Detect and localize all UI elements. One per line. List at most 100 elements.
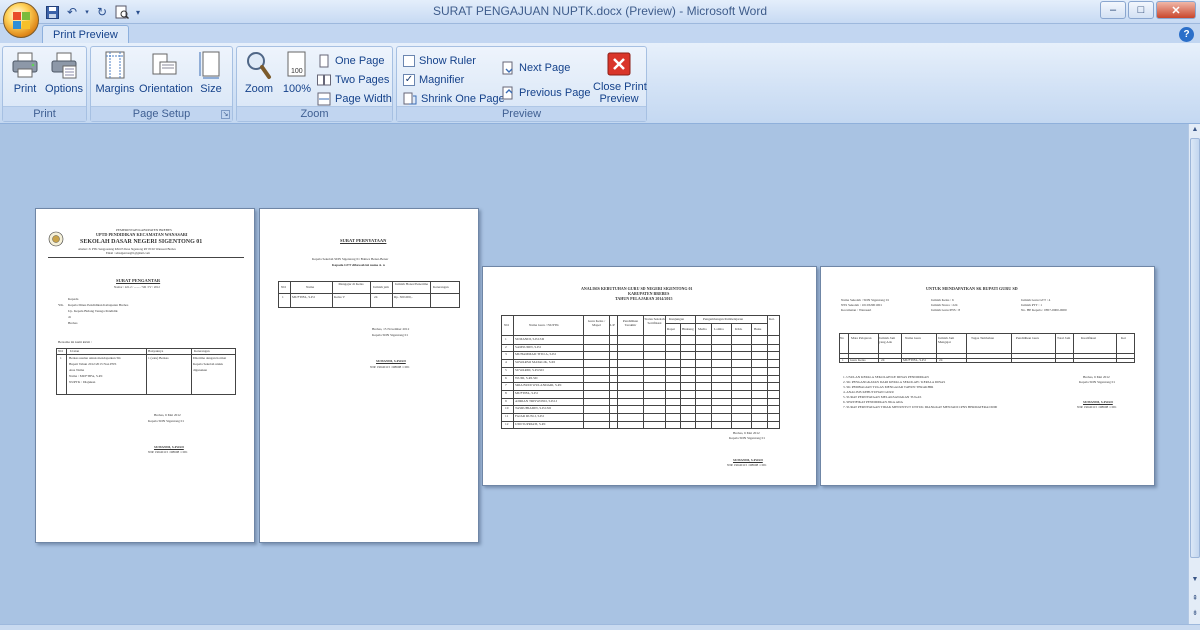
signature-nip: NIP. 19640115 198608 1 001 <box>370 365 410 369</box>
table-header: Total Jam <box>1057 336 1071 340</box>
table-header: L/P <box>610 323 615 327</box>
table-cell: MUFTIFA, S.Pd <box>292 295 315 299</box>
preview-page-4[interactable]: UNTUK MENDAPATKAN SK BUPATI GURU SD Nama… <box>820 266 1155 486</box>
svg-text:100: 100 <box>291 68 303 75</box>
table-header: Keterangan <box>433 285 449 289</box>
next-page-button[interactable]: Next Page <box>501 59 570 77</box>
requirement-item: 2. SK PENGANGKATAN DARI KEPALA SEKOLAH /… <box>843 380 946 384</box>
margins-button[interactable]: Margins <box>95 50 135 102</box>
print-button[interactable]: Print <box>5 50 45 102</box>
table-cell: 1 (satu) Berkas <box>148 356 169 360</box>
page-setup-launcher-icon[interactable]: ↘ <box>221 110 230 119</box>
table-header: NO <box>281 285 286 289</box>
signature-place: Brebes, 6 Mei 2012 <box>1083 375 1110 379</box>
two-pages-button[interactable]: Two Pages <box>317 71 389 89</box>
ribbon-tab-row: Print Preview ? <box>0 24 1200 45</box>
shrink-page-icon <box>403 92 417 106</box>
table-header: Jumlah Jam Mengajar <box>938 336 955 345</box>
requirement-item: 6. SERTIFIKAT PENDIDIKAN JIKA ADA <box>843 400 903 404</box>
table-cell: ADRIAN TRISWONO, S.Pd.I <box>515 398 557 403</box>
sk-title: UNTUK MENDAPATKAN SK BUPATI GURU SD <box>926 286 1018 291</box>
page-setup-group-label: Page Setup <box>91 106 232 121</box>
letterhead-line-3: SEKOLAH DASAR NEGERI SIGENTONG 01 <box>80 239 203 245</box>
title-bar: ↶ ▾ ↻ ▾ SURAT PENGAJUAN NUPTK.docx (Prev… <box>0 0 1200 24</box>
table-cell: Diterima dengan hormat <box>193 356 227 360</box>
previous-page-arrow-icon[interactable]: ⇞ <box>1190 594 1200 604</box>
table-cell: Kepala Sekolah untuk <box>193 362 223 366</box>
one-page-icon <box>317 54 331 68</box>
table-cell: TASRUBIADIN, S.Pd.SD <box>515 406 551 411</box>
table-cell: 1 <box>60 356 62 360</box>
vertical-scrollbar[interactable]: ▲ ▼ ⇞ ⇟ <box>1188 124 1200 624</box>
maximize-button[interactable]: □ <box>1128 1 1154 19</box>
statement-line-1: Kepala Sekolah SDN Sigentong 01 Bahwa Be… <box>312 257 389 261</box>
signature-title: Kepala SDN Sigentong 01 <box>1079 380 1116 384</box>
signature-title: Kepala SDN Sigentong 01 <box>372 333 409 337</box>
table-header: Pengembangan Pembelajaran <box>703 317 744 321</box>
signature-name: SUMANDI, S.Pd.SD <box>1083 400 1113 404</box>
preview-page-1[interactable]: PEMERINTAH KABUPATEN BREBES UPTD PENDIDI… <box>35 208 255 543</box>
table-cell: 24 <box>881 358 885 362</box>
table-cell: UMI SUPRIATI, S.Pd <box>515 421 546 426</box>
signature-place: Brebes, 6 Mei 2012 <box>154 413 181 417</box>
preview-page-3[interactable]: ANALISIS KEBUTUHAN GURU SD NEGERI SIGENT… <box>482 266 817 486</box>
close-preview-icon <box>604 50 634 80</box>
next-page-arrow-icon[interactable]: ⇟ <box>1190 609 1200 619</box>
magnifier-checkbox[interactable]: ✓ Magnifier <box>403 71 464 89</box>
office-button[interactable] <box>3 2 39 38</box>
scroll-down-icon[interactable]: ▼ <box>1190 576 1200 586</box>
signature-name: SUMANDI, S.Pd.SD <box>376 359 406 363</box>
table-header: Tugas Tambahan <box>971 336 995 340</box>
page-size-icon <box>196 50 226 80</box>
table-cell: 1 <box>842 358 844 362</box>
table-cell: 1 <box>282 295 284 299</box>
show-ruler-checkbox[interactable]: Show Ruler <box>403 52 476 70</box>
help-icon[interactable]: ? <box>1179 27 1194 42</box>
info-line: Jumlah Guru GTT : 4 <box>1021 298 1051 302</box>
preview-page-2[interactable]: SURAT PERNYATAAN Kepala Sekolah SDN Sige… <box>259 208 479 543</box>
table-cell: SAMSUDIN, S.Pd <box>515 344 541 349</box>
statement-line-2: Kepada GTT dibawah ini nama A. n <box>332 263 385 267</box>
table-header: Pendidikan Guru <box>1016 336 1040 340</box>
info-line: Jumlah Kelas : 6 <box>931 298 954 302</box>
table-cell: SUWARDI, S.Pd.SD <box>515 367 544 372</box>
requirement-item: 4. ANALISIS KEBUTUHAN GURU <box>843 390 895 394</box>
info-line: Jumlah PTT : 1 <box>1021 303 1042 307</box>
table-header-uraian: Uraian <box>70 349 80 353</box>
previous-page-button[interactable]: Previous Page <box>501 84 591 102</box>
zoom-100-button[interactable]: 100 100% <box>277 50 317 102</box>
one-page-button[interactable]: One Page <box>317 52 385 70</box>
table-cell: MUHAMMAD TITO A, S.Pd <box>515 352 556 357</box>
signature-title: Kepala SDN Sigentong 01 <box>148 419 185 423</box>
size-button[interactable]: Size <box>191 50 231 102</box>
letterhead-line-5: Email : sdnsigentong01@gmail.com <box>106 251 150 255</box>
table-cell: Atas Nama <box>69 368 85 372</box>
scroll-thumb[interactable] <box>1190 138 1200 558</box>
zoom-button[interactable]: Zoom <box>239 50 279 102</box>
table-cell: 10 <box>505 406 509 411</box>
signature-nip: NIP. 19640115 198608 1 001 <box>1077 405 1117 409</box>
table-cell: 11 <box>505 414 509 418</box>
minimize-button[interactable]: – <box>1100 1 1126 19</box>
scroll-up-icon[interactable]: ▲ <box>1190 126 1200 136</box>
table-subheader: KKG <box>735 327 743 331</box>
show-ruler-check-icon <box>403 55 415 67</box>
options-button[interactable]: Options <box>44 50 84 102</box>
info-line: Kecamatan : Wanasari <box>841 308 872 312</box>
table-cell: Guru Kelas <box>850 358 866 362</box>
page-setup-group: Margins Orientation Size Page Setup ↘ <box>90 46 233 122</box>
signature-nip: NIP. 19640115 198608 1 001 <box>148 450 188 454</box>
print-group-label: Print <box>3 106 86 121</box>
table-header: Jumlah Honor/Penerima <box>394 282 429 286</box>
signature-nip: NIP. 19640115 198608 1 001 <box>727 463 767 467</box>
close-window-button[interactable]: ✕ <box>1156 1 1196 19</box>
info-line: No. HP Kepala : 0857-0000-0000 <box>1021 308 1067 312</box>
recipient-up: Up. Kepala Bidang Tenaga Pendidik <box>68 309 118 313</box>
tab-print-preview[interactable]: Print Preview <box>42 25 129 45</box>
close-print-preview-button[interactable]: Close Print Preview <box>593 50 647 105</box>
magnifier-check-icon: ✓ <box>403 74 415 86</box>
orientation-button[interactable]: Orientation <box>139 50 193 102</box>
table-cell: Kelas V <box>334 295 345 299</box>
table-header: Nama <box>306 285 315 289</box>
analysis-year: TAHUN PELAJARAN 2014/2015 <box>615 296 673 301</box>
